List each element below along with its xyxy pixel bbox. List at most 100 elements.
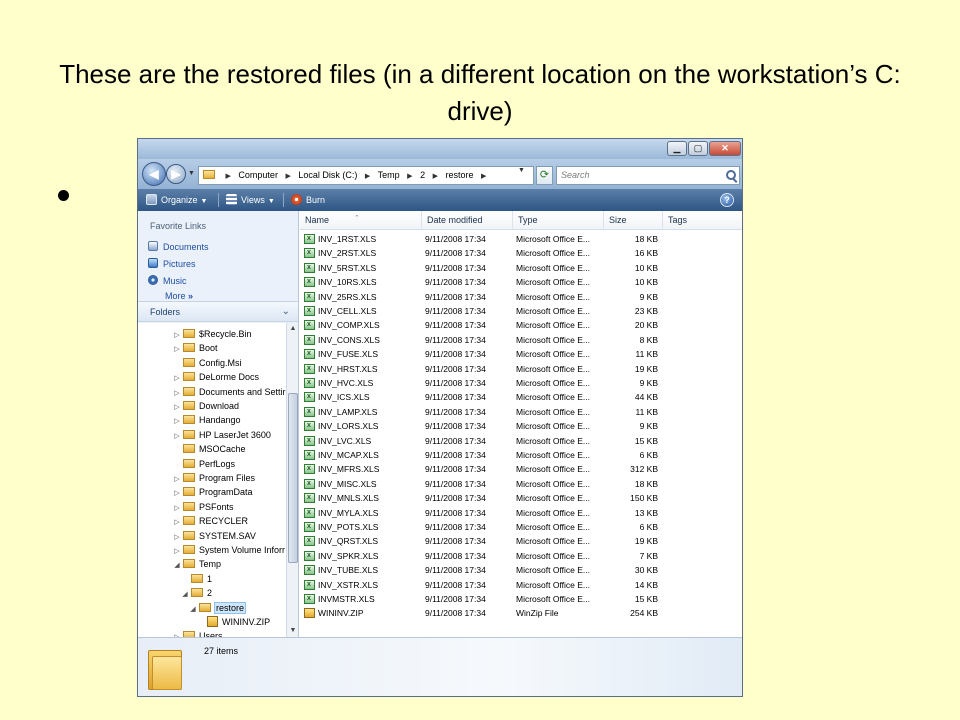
tree-item[interactable]: ▷Users — [172, 629, 223, 637]
breadcrumb-2[interactable]: 2 — [420, 170, 425, 180]
address-bar[interactable]: ▶ Computer ▶ Local Disk (C:) ▶ Temp ▶ 2 … — [198, 166, 534, 185]
tree-item[interactable]: ▷ DeLorme Docs — [172, 370, 259, 384]
file-row[interactable]: INV_ICS.XLS 9/11/2008 17:34 Microsoft Offi… — [300, 390, 742, 404]
folders-header[interactable]: Folders ⌄ — [138, 301, 298, 322]
folder-icon — [183, 473, 195, 482]
breadcrumb-temp[interactable]: Temp — [378, 170, 400, 180]
column-header-name[interactable]: Name ⌃ — [300, 211, 422, 230]
organize-icon — [146, 194, 157, 205]
search-input[interactable]: Search — [556, 166, 740, 185]
organize-button[interactable]: Organize ▼ — [146, 194, 207, 208]
file-row[interactable]: INV_XSTR.XLS 9/11/2008 17:34 Microsoft Off… — [300, 578, 742, 592]
file-row[interactable]: INV_HRST.XLS 9/11/2008 17:34 Microsoft Off… — [300, 362, 742, 376]
scrollbar-thumb[interactable] — [288, 393, 298, 563]
tree-item[interactable]: ▷ Handango — [172, 413, 241, 427]
file-row[interactable]: INV_SPKR.XLS 9/11/2008 17:34 Microsoft Off… — [300, 549, 742, 563]
file-name-cell: INV_5RST.XLS — [304, 261, 422, 275]
file-row[interactable]: INV_MISC.XLS 9/11/2008 17:34 Microsoft Off… — [300, 477, 742, 491]
tree-item[interactable]: ▷ PSFonts — [172, 500, 234, 514]
file-row[interactable]: INV_MCAP.XLS 9/11/2008 17:34 Microsoft Off… — [300, 448, 742, 462]
tree-item[interactable]: ▷ $Recycle.Bin — [172, 327, 252, 341]
file-row[interactable]: INV_2RST.XLS 9/11/2008 17:34 Microsoft Off… — [300, 246, 742, 260]
back-button[interactable]: ◀ — [142, 162, 166, 186]
file-name-cell: INV_MFRS.XLS — [304, 462, 422, 476]
chevron-right-icon[interactable]: ▶ — [285, 173, 290, 180]
file-row[interactable]: WININV.ZIP 9/11/2008 17:34 WinZip File 254 … — [300, 606, 742, 620]
file-row[interactable]: INV_MYLA.XLS 9/11/2008 17:34 Microsoft Off… — [300, 506, 742, 520]
title-bar[interactable]: ▁ ▢ ✕ — [138, 139, 742, 159]
column-header-date-modified[interactable]: Date modified — [422, 211, 513, 230]
file-row[interactable]: INV_CONS.XLS 9/11/2008 17:34 Microsoft Off… — [300, 333, 742, 347]
file-row[interactable]: INV_5RST.XLS 9/11/2008 17:34 Microsoft Off… — [300, 261, 742, 275]
chevron-right-icon[interactable]: ▶ — [226, 173, 231, 180]
file-name: INV_2RST.XLS — [318, 248, 377, 259]
views-button[interactable]: Views ▼ — [226, 194, 275, 208]
file-row[interactable]: INV_MFRS.XLS 9/11/2008 17:34 Microsoft Off… — [300, 462, 742, 476]
file-row[interactable]: INV_LVC.XLS 9/11/2008 17:34 Microsoft Offi… — [300, 434, 742, 448]
file-row[interactable]: INV_COMP.XLS 9/11/2008 17:34 Microsoft Off… — [300, 318, 742, 332]
column-header-type[interactable]: Type — [513, 211, 604, 230]
address-dropdown-icon[interactable]: ▼ — [518, 167, 525, 174]
maximize-button[interactable]: ▢ — [688, 141, 708, 156]
column-header-tags[interactable]: Tags — [663, 211, 742, 230]
search-icon[interactable] — [726, 170, 736, 180]
minimize-button[interactable]: ▁ — [667, 141, 687, 156]
chevron-right-icon[interactable]: ▶ — [407, 173, 412, 180]
forward-button[interactable]: ▶ — [166, 164, 186, 184]
favorite-links-more[interactable]: More » — [165, 291, 193, 301]
breadcrumb-restore[interactable]: restore — [446, 170, 474, 180]
file-row[interactable]: INV_1RST.XLS 9/11/2008 17:34 Microsoft Off… — [300, 232, 742, 246]
chevron-right-icon[interactable]: ▶ — [481, 173, 486, 180]
recent-pages-arrow-icon[interactable]: ▼ — [188, 170, 195, 177]
tree-item[interactable]: ▷ Download — [172, 399, 239, 413]
file-row[interactable]: INVMSTR.XLS 9/11/2008 17:34 Microsoft Offi… — [300, 592, 742, 606]
file-row[interactable]: INV_LAMP.XLS 9/11/2008 17:34 Microsoft Off… — [300, 405, 742, 419]
tree-item[interactable]: ▷ Documents and Settir — [172, 385, 286, 399]
help-icon[interactable]: ? — [720, 193, 734, 207]
tree-item[interactable]: Config.Msi — [172, 356, 242, 370]
file-row[interactable]: INV_QRST.XLS 9/11/2008 17:34 Microsoft Off… — [300, 534, 742, 548]
file-type: Microsoft Office E... — [516, 522, 591, 532]
tree-item[interactable]: ◢ 2 — [180, 586, 212, 600]
file-type: Microsoft Office E... — [516, 478, 591, 489]
excel-file-icon — [304, 290, 315, 304]
favorite-link-music[interactable]: Music — [148, 275, 187, 286]
file-row[interactable]: INV_HVC.XLS 9/11/2008 17:34 Microsoft Offi… — [300, 376, 742, 390]
burn-button[interactable]: Burn — [291, 194, 325, 206]
breadcrumb-computer[interactable]: Computer — [238, 170, 278, 180]
favorite-link-documents[interactable]: Documents — [148, 241, 209, 252]
file-row[interactable]: INV_CELL.XLS 9/11/2008 17:34 Microsoft Off… — [300, 304, 742, 318]
chevron-right-icon[interactable]: ▶ — [433, 173, 438, 180]
tree-item[interactable]: ◢ restore — [188, 601, 247, 615]
file-row[interactable]: INV_25RS.XLS 9/11/2008 17:34 Microsoft Off… — [300, 290, 742, 304]
tree-item[interactable]: WININV.ZIP — [196, 615, 270, 629]
favorite-link-pictures[interactable]: Pictures — [148, 258, 196, 269]
file-row[interactable]: INV_TUBE.XLS 9/11/2008 17:34 Microsoft Off… — [300, 563, 742, 577]
chevron-down-icon[interactable]: ⌄ — [282, 306, 290, 317]
file-row[interactable]: INV_MNLS.XLS 9/11/2008 17:34 Microsoft Off… — [300, 491, 742, 505]
tree-item[interactable]: ▷ Program Files — [172, 471, 255, 485]
refresh-button[interactable]: ⟳ — [536, 166, 553, 185]
file-row[interactable]: INV_FUSE.XLS 9/11/2008 17:34 Microsoft Off… — [300, 347, 742, 361]
file-row[interactable]: INV_POTS.XLS 9/11/2008 17:34 Microsoft Off… — [300, 520, 742, 534]
tree-item[interactable]: ▷ SYSTEM.SAV — [172, 529, 256, 543]
scroll-down-arrow-icon[interactable]: ▼ — [287, 625, 299, 637]
breadcrumb-local-disk[interactable]: Local Disk (C:) — [298, 170, 357, 180]
tree-item[interactable]: MSOCache — [172, 442, 246, 456]
tree-item[interactable]: 1 — [180, 572, 212, 586]
tree-item[interactable]: PerfLogs — [172, 457, 235, 471]
tree-item[interactable]: ▷ Boot — [172, 341, 218, 355]
file-row[interactable]: INV_LORS.XLS 9/11/2008 17:34 Microsoft Off… — [300, 419, 742, 433]
tree-item[interactable]: ▷ ProgramData — [172, 485, 253, 499]
tree-item[interactable]: ▷ System Volume Inforr — [172, 543, 285, 557]
file-row[interactable]: INV_10RS.XLS 9/11/2008 17:34 Microsoft Off… — [300, 275, 742, 289]
tree-scrollbar[interactable]: ▲ ▼ — [286, 323, 298, 637]
chevron-right-icon[interactable]: ▶ — [365, 173, 370, 180]
close-button[interactable]: ✕ — [709, 141, 741, 156]
column-header-size[interactable]: Size — [604, 211, 663, 230]
tree-item[interactable]: ▷ RECYCLER — [172, 514, 248, 528]
scroll-up-arrow-icon[interactable]: ▲ — [287, 323, 299, 335]
tree-item[interactable]: ◢ Temp — [172, 557, 221, 571]
tree-item[interactable]: ▷ HP LaserJet 3600 — [172, 428, 271, 442]
file-type: WinZip File — [516, 608, 559, 619]
